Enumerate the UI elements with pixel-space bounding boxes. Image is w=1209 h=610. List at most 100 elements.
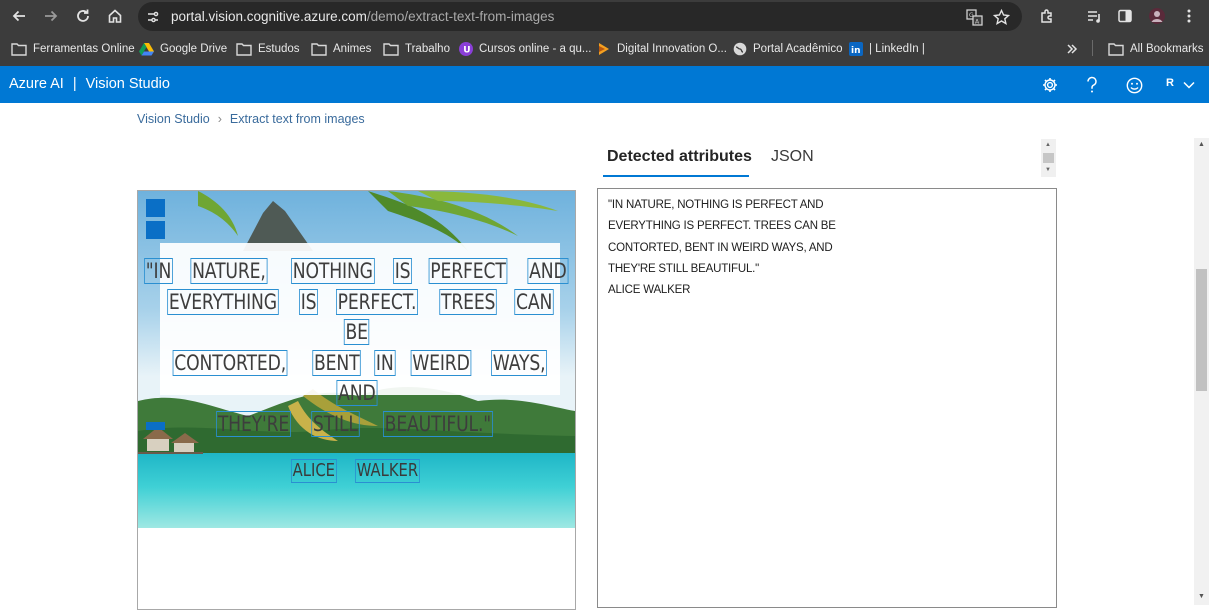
profile-avatar-button[interactable] xyxy=(1144,4,1170,28)
region-marker[interactable] xyxy=(146,422,165,430)
word-box[interactable]: TREES xyxy=(439,288,498,315)
detected-line: "IN NATURE, NOTHING IS PERFECT AND xyxy=(608,199,824,211)
word-box[interactable]: CONTORTED, xyxy=(172,349,288,376)
bookmark-label: Portal Acadêmico xyxy=(753,43,843,55)
page-scrollbar-thumb[interactable] xyxy=(1196,269,1207,391)
url-path: /demo/extract-text-from-images xyxy=(366,9,555,24)
bookmark-label: Estudos xyxy=(258,43,300,55)
bookmark-cursos-online[interactable]: U Cursos online - a qu... xyxy=(459,40,592,58)
bookmark-label: Ferramentas Online xyxy=(33,43,135,55)
star-icon[interactable] xyxy=(991,7,1011,27)
extensions-button[interactable] xyxy=(1034,4,1060,28)
app-brand[interactable]: Azure AI | Vision Studio xyxy=(9,76,170,92)
word-box[interactable]: BENT xyxy=(311,349,361,376)
word-box[interactable]: WAYS, xyxy=(491,349,548,376)
reload-icon xyxy=(77,9,89,22)
reload-button[interactable] xyxy=(70,4,96,28)
user-initial[interactable]: R xyxy=(1166,77,1174,89)
word-box[interactable]: CAN xyxy=(514,288,554,315)
playlist-icon xyxy=(1087,10,1100,23)
address-bar[interactable]: portal.vision.cognitive.azure.com/demo/e… xyxy=(138,2,1022,31)
word-box[interactable]: BE xyxy=(343,319,370,345)
word-box[interactable]: ALICE xyxy=(291,459,337,483)
scrollbar-thumb[interactable] xyxy=(1043,153,1054,163)
region-marker[interactable] xyxy=(146,199,165,217)
url-text[interactable]: portal.vision.cognitive.azure.com/demo/e… xyxy=(171,9,554,24)
home-button[interactable] xyxy=(102,4,128,28)
page-scrollbar[interactable]: ▲ ▼ xyxy=(1194,138,1209,605)
site-info-icon[interactable] xyxy=(144,8,162,26)
translate-icon[interactable]: GA xyxy=(964,7,984,27)
cursos-icon: U xyxy=(459,42,473,56)
double-chevron-right-icon xyxy=(1067,44,1078,54)
word-box[interactable]: STILL xyxy=(311,410,360,437)
region-marker[interactable] xyxy=(146,221,165,239)
browser-menu-button[interactable] xyxy=(1176,4,1202,28)
bookmark-label: Cursos online - a qu... xyxy=(479,43,592,55)
word-box[interactable]: EVERYTHING xyxy=(167,288,279,315)
scroll-up-arrow-icon[interactable]: ▲ xyxy=(1198,141,1205,148)
folder-icon xyxy=(236,43,252,56)
word-box[interactable]: THEY'RE xyxy=(216,410,292,437)
tabs-scrollbar[interactable]: ▲ ▼ xyxy=(1041,139,1056,177)
all-bookmarks-button[interactable]: All Bookmarks xyxy=(1108,40,1204,58)
word-box[interactable]: PERFECT xyxy=(428,258,508,284)
word-box[interactable]: NOTHING xyxy=(291,258,375,284)
tab-detected-attributes[interactable]: Detected attributes xyxy=(607,148,752,166)
bookmark-estudos[interactable]: Estudos xyxy=(236,40,300,58)
tab-json[interactable]: JSON xyxy=(771,148,814,166)
word-box[interactable]: BEAUTIFUL." xyxy=(383,410,493,437)
word-box[interactable]: WALKER xyxy=(354,459,420,483)
scroll-up-arrow-icon[interactable]: ▲ xyxy=(1045,142,1051,148)
back-button[interactable] xyxy=(6,4,32,28)
bookmarks-divider xyxy=(1092,40,1093,56)
arrow-right-icon xyxy=(45,10,58,22)
kebab-menu-icon xyxy=(1187,9,1191,23)
detected-text-panel[interactable]: "IN NATURE, NOTHING IS PERFECT AND EVERY… xyxy=(597,188,1057,608)
forward-button[interactable] xyxy=(38,4,64,28)
bookmark-portal-academico[interactable]: Portal Acadêmico xyxy=(733,40,843,58)
word-box[interactable]: "IN xyxy=(143,258,173,284)
bookmark-linkedin[interactable]: in | LinkedIn | xyxy=(849,40,925,58)
bookmark-google-drive[interactable]: Google Drive xyxy=(139,40,227,58)
quote-line-1: "IN NATURE, NOTHING IS PERFECT AND xyxy=(138,256,575,287)
detected-line: THEY'RE STILL BEAUTIFUL." xyxy=(608,262,760,275)
word-box[interactable]: PERFECT. xyxy=(335,288,418,315)
account-menu-button[interactable] xyxy=(1178,74,1200,96)
more-bookmarks-button[interactable] xyxy=(1066,40,1078,58)
side-panel-button[interactable] xyxy=(1112,4,1138,28)
quote-line-2: EVERYTHING IS PERFECT. TREES CAN BE xyxy=(138,287,575,348)
bookmark-digital-innovation[interactable]: Digital Innovation O... xyxy=(597,40,727,58)
author-text: ALICE WALKER xyxy=(138,459,575,483)
settings-button[interactable] xyxy=(1039,74,1061,96)
scroll-down-arrow-icon[interactable]: ▼ xyxy=(1045,167,1051,173)
detected-line: ALICE WALKER xyxy=(608,284,691,297)
folder-icon xyxy=(311,43,327,56)
bookmark-ferramentas-online[interactable]: Ferramentas Online xyxy=(11,40,135,58)
breadcrumb-vision-studio[interactable]: Vision Studio xyxy=(137,112,210,126)
feedback-button[interactable] xyxy=(1123,74,1145,96)
app-header: Azure AI | Vision Studio R xyxy=(0,66,1209,103)
bookmark-animes[interactable]: Animes xyxy=(311,40,371,58)
word-box[interactable]: IN xyxy=(374,349,396,376)
svg-text:U: U xyxy=(463,46,470,56)
bookmark-trabalho[interactable]: Trabalho xyxy=(383,40,450,58)
bookmark-label: Animes xyxy=(333,43,372,55)
url-domain: portal.vision.cognitive.azure.com xyxy=(171,9,367,24)
word-box[interactable]: AND xyxy=(336,380,377,406)
word-box[interactable]: IS xyxy=(299,288,319,315)
sample-image: "IN NATURE, NOTHING IS PERFECT AND EVERY… xyxy=(138,191,575,528)
breadcrumb-extract-text[interactable]: Extract text from images xyxy=(230,112,365,126)
quote-line-3: CONTORTED, BENT IN WEIRD WAYS, AND xyxy=(138,348,575,409)
media-button[interactable] xyxy=(1081,4,1107,28)
word-box[interactable]: NATURE, xyxy=(190,258,268,284)
word-box[interactable]: AND xyxy=(527,258,568,284)
help-button[interactable] xyxy=(1081,74,1103,96)
google-drive-icon xyxy=(139,43,154,56)
scroll-down-arrow-icon[interactable]: ▼ xyxy=(1198,593,1205,600)
word-box[interactable]: WEIRD xyxy=(411,349,472,376)
quote-text: "IN NATURE, NOTHING IS PERFECT AND EVERY… xyxy=(138,256,575,439)
word-box[interactable]: IS xyxy=(392,258,412,284)
bookmark-label: Google Drive xyxy=(160,43,228,55)
detected-text-lines: "IN NATURE, NOTHING IS PERFECT AND EVERY… xyxy=(608,195,836,301)
